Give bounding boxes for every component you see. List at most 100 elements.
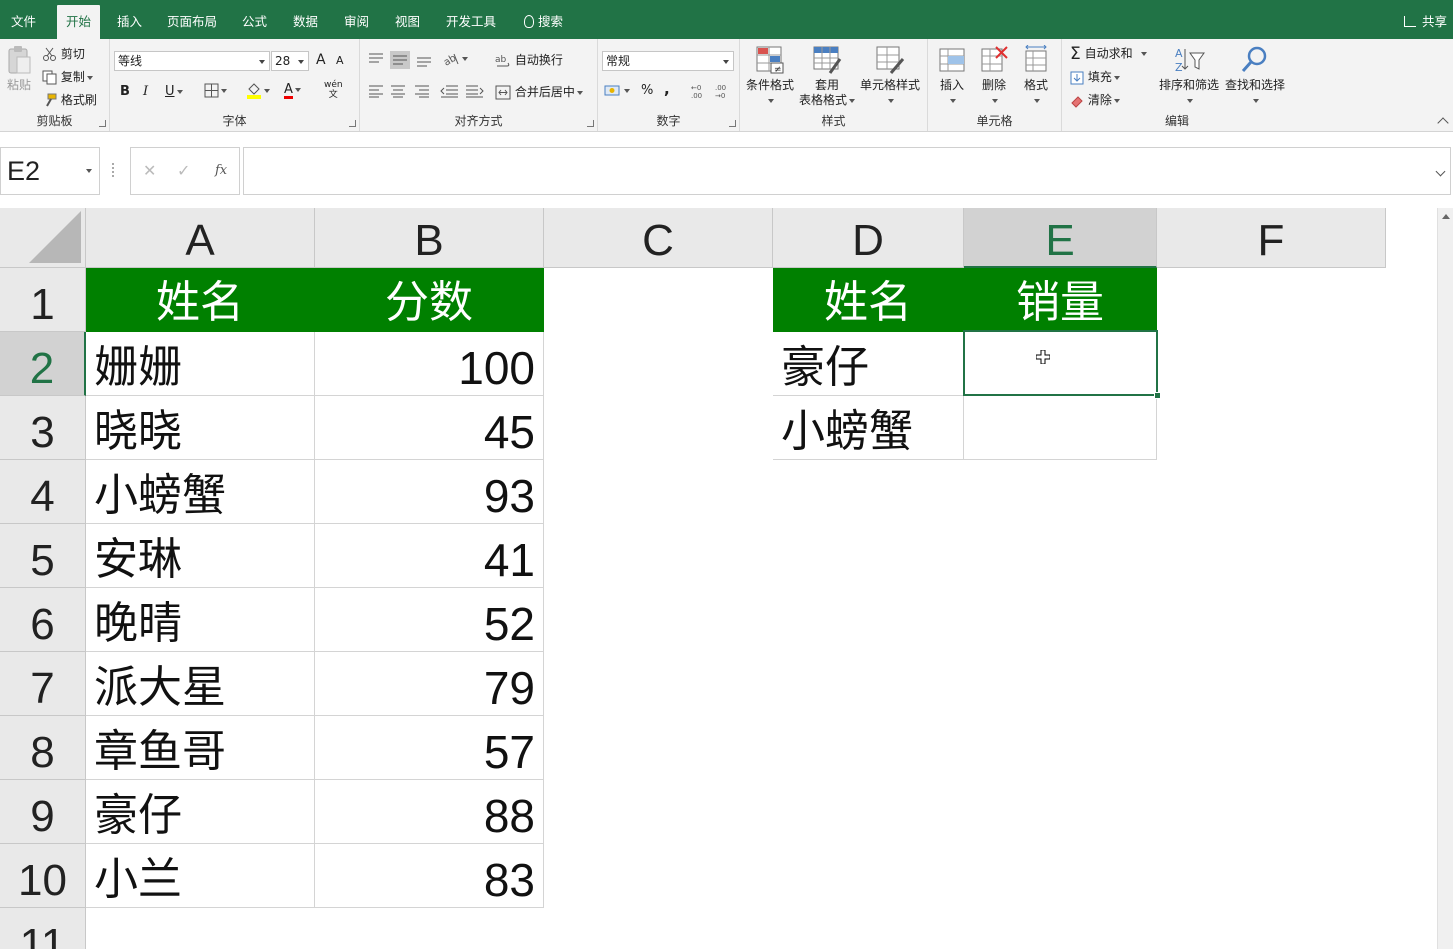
row-header-10[interactable]: 10 <box>0 844 86 908</box>
phonetic-guide-button[interactable]: wén 文 <box>324 80 343 100</box>
row-header-2[interactable]: 2 <box>0 332 86 396</box>
tab-developer[interactable]: 开发工具 <box>437 0 505 39</box>
font-size-combo[interactable]: 28 <box>271 51 309 71</box>
tab-view[interactable]: 视图 <box>386 0 429 39</box>
table1-cell[interactable]: 88 <box>315 780 544 844</box>
worksheet-grid[interactable]: ABCDEF 1 2 3 4 5 6 7 8 9 10 11 姓名 分数 姗姗 100 晓晓 45 小螃蟹 93 安… <box>0 208 1453 949</box>
column-header-d[interactable]: D <box>773 208 964 268</box>
tab-file[interactable]: 文件 <box>2 0 45 39</box>
cancel-icon[interactable]: ✕ <box>143 161 156 180</box>
table1-cell[interactable]: 57 <box>315 716 544 780</box>
table1-cell[interactable]: 晓晓 <box>86 396 315 460</box>
table2-header-cell[interactable]: 姓名 <box>773 268 964 332</box>
table1-cell[interactable]: 姗姗 <box>86 332 315 396</box>
orientation-button[interactable]: ab <box>442 51 468 67</box>
borders-button[interactable] <box>204 83 227 98</box>
table1-cell[interactable]: 小兰 <box>86 844 315 908</box>
alignment-launcher[interactable] <box>587 120 594 127</box>
collapse-ribbon-icon[interactable] <box>1437 117 1449 129</box>
row-header-4[interactable]: 4 <box>0 460 86 524</box>
clipboard-launcher[interactable] <box>99 120 106 127</box>
select-all-corner[interactable] <box>0 208 86 268</box>
decimal-icons[interactable]: ←0.00 .00→0 <box>690 83 736 99</box>
horizontal-align-icons[interactable] <box>368 84 432 98</box>
vertical-scrollbar[interactable] <box>1437 208 1453 949</box>
wrap-text-button[interactable]: ab 自动换行 <box>495 51 563 69</box>
table1-header-cell[interactable]: 姓名 <box>86 268 315 332</box>
insert-function-icon[interactable]: fx <box>215 163 227 178</box>
italic-button[interactable]: I <box>143 84 148 99</box>
fill-button[interactable]: 填充 <box>1070 68 1120 85</box>
cut-button[interactable]: 剪切 <box>42 45 85 62</box>
column-header-e[interactable]: E <box>964 208 1157 268</box>
row-header-3[interactable]: 3 <box>0 396 86 460</box>
autosum-button[interactable]: Σ 自动求和 <box>1070 44 1147 64</box>
row-header-6[interactable]: 6 <box>0 588 86 652</box>
insert-cells-button[interactable]: 插入 <box>934 45 970 108</box>
underline-button[interactable]: U <box>165 84 183 99</box>
shrink-font-button[interactable]: A <box>336 54 344 67</box>
column-header-b[interactable]: B <box>315 208 544 268</box>
font-name-combo[interactable]: 等线 <box>114 51 270 71</box>
table1-cell[interactable]: 小螃蟹 <box>86 460 315 524</box>
number-format-combo[interactable]: 常规 <box>602 51 734 71</box>
table2-header-cell[interactable]: 销量 <box>964 268 1157 332</box>
fill-handle[interactable] <box>1154 392 1161 399</box>
fill-color-button[interactable] <box>246 82 270 99</box>
delete-cells-button[interactable]: 删除 <box>976 45 1012 108</box>
clear-button[interactable]: 清除 <box>1070 91 1120 108</box>
table1-cell[interactable]: 章鱼哥 <box>86 716 315 780</box>
table1-cell[interactable]: 派大星 <box>86 652 315 716</box>
indent-icons[interactable] <box>440 84 484 98</box>
tab-formulas[interactable]: 公式 <box>233 0 276 39</box>
cell-styles-button[interactable]: 单元格样式 <box>856 45 924 108</box>
table1-cell[interactable]: 83 <box>315 844 544 908</box>
tab-home[interactable]: 开始 <box>57 5 101 39</box>
enter-check-icon[interactable]: ✓ <box>177 161 190 180</box>
table1-cell[interactable]: 100 <box>315 332 544 396</box>
expand-formula-icon[interactable] <box>1435 166 1446 177</box>
comma-button[interactable]: , <box>664 80 670 98</box>
table2-cell[interactable] <box>964 396 1157 460</box>
format-cells-button[interactable]: 格式 <box>1018 45 1054 108</box>
merge-center-button[interactable]: 合并后居中 <box>495 83 583 100</box>
column-header-c[interactable]: C <box>544 208 773 268</box>
table1-header-cell[interactable]: 分数 <box>315 268 544 332</box>
tab-insert[interactable]: 插入 <box>108 0 151 39</box>
sort-filter-button[interactable]: AZ 排序和筛选 <box>1156 45 1222 108</box>
resize-handle[interactable] <box>112 163 115 177</box>
column-header-f[interactable]: F <box>1157 208 1386 268</box>
bold-button[interactable]: B <box>120 84 130 99</box>
vertical-align-icons[interactable] <box>368 51 438 69</box>
name-box[interactable]: E2 <box>0 147 100 195</box>
grow-font-button[interactable]: A <box>316 52 326 68</box>
share-button[interactable]: 共享 <box>1403 0 1447 39</box>
copy-button[interactable]: 复制 <box>42 68 93 85</box>
column-header-a[interactable]: A <box>86 208 315 268</box>
find-select-button[interactable]: 查找和选择 <box>1222 45 1288 108</box>
formula-input[interactable] <box>243 147 1451 195</box>
paste-button[interactable]: 粘贴 <box>3 45 35 93</box>
accounting-format-button[interactable] <box>604 83 630 98</box>
tab-review[interactable]: 审阅 <box>335 0 378 39</box>
row-header-8[interactable]: 8 <box>0 716 86 780</box>
font-launcher[interactable] <box>349 120 356 127</box>
tab-data[interactable]: 数据 <box>284 0 327 39</box>
percent-button[interactable]: % <box>641 83 653 98</box>
table1-cell[interactable]: 79 <box>315 652 544 716</box>
row-header-11[interactable]: 11 <box>0 908 86 949</box>
format-as-table-button[interactable]: 套用 表格格式 <box>796 45 858 108</box>
table1-cell[interactable]: 93 <box>315 460 544 524</box>
table1-cell[interactable]: 晚晴 <box>86 588 315 652</box>
row-header-1[interactable]: 1 <box>0 268 86 332</box>
row-header-7[interactable]: 7 <box>0 652 86 716</box>
font-color-button[interactable]: A <box>284 82 301 99</box>
scroll-up-icon[interactable] <box>1442 214 1450 219</box>
table2-cell[interactable]: 小螃蟹 <box>773 396 964 460</box>
format-painter-button[interactable]: 格式刷 <box>42 91 97 108</box>
table1-cell[interactable]: 41 <box>315 524 544 588</box>
row-header-5[interactable]: 5 <box>0 524 86 588</box>
table2-cell[interactable]: 豪仔 <box>773 332 964 396</box>
table1-cell[interactable]: 豪仔 <box>86 780 315 844</box>
row-header-9[interactable]: 9 <box>0 780 86 844</box>
